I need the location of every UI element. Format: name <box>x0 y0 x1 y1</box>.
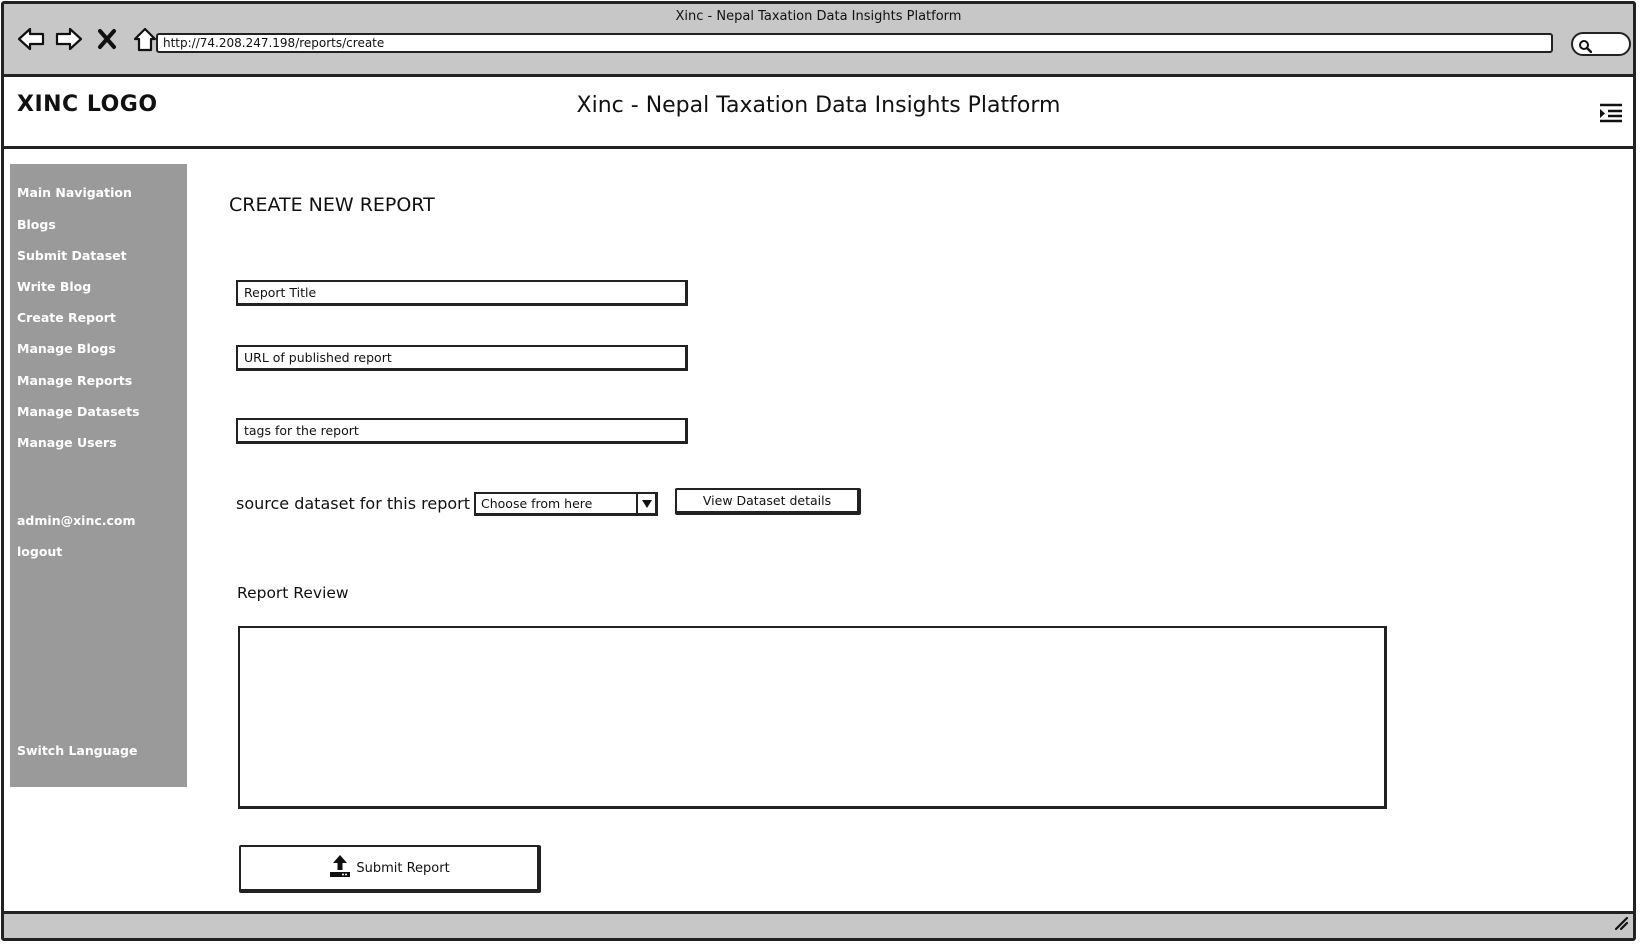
report-title-input[interactable] <box>236 280 688 306</box>
switch-language-link[interactable]: Switch Language <box>17 743 137 758</box>
chevron-down-icon[interactable] <box>636 494 655 513</box>
logout-link[interactable]: logout <box>17 544 62 559</box>
status-bar <box>4 911 1633 938</box>
close-icon[interactable] <box>92 24 122 54</box>
source-dataset-label: source dataset for this report <box>236 494 471 513</box>
report-review-textarea[interactable] <box>238 626 1387 809</box>
page-title: CREATE NEW REPORT <box>229 194 435 216</box>
report-review-label: Report Review <box>237 584 349 602</box>
sidebar-item-main-navigation[interactable]: Main Navigation <box>17 185 132 200</box>
view-dataset-button[interactable]: View Dataset details <box>675 488 861 515</box>
report-tags-input[interactable] <box>236 418 688 444</box>
browser-chrome: Xinc - Nepal Taxation Data Insights Plat… <box>4 4 1633 77</box>
sidebar: Main Navigation Blogs Submit Dataset Wri… <box>10 164 187 787</box>
browser-window: Xinc - Nepal Taxation Data Insights Plat… <box>1 1 1636 941</box>
source-dataset-select[interactable]: Choose from here <box>474 492 658 516</box>
submit-report-button[interactable]: Submit Report <box>239 845 541 893</box>
upload-icon <box>328 854 352 882</box>
window-title: Xinc - Nepal Taxation Data Insights Plat… <box>675 9 962 24</box>
app-header: XINC LOGO Xinc - Nepal Taxation Data Ins… <box>4 77 1633 149</box>
report-url-input[interactable] <box>236 345 688 371</box>
browser-search[interactable] <box>1571 32 1631 56</box>
app-title: Xinc - Nepal Taxation Data Insights Plat… <box>576 93 1061 118</box>
submit-report-label: Submit Report <box>356 860 450 876</box>
url-bar[interactable]: http://74.208.247.198/reports/create <box>156 33 1553 53</box>
sidebar-item-create-report[interactable]: Create Report <box>17 310 116 325</box>
sidebar-item-manage-datasets[interactable]: Manage Datasets <box>17 404 140 419</box>
search-icon <box>1578 38 1593 57</box>
sidebar-item-blogs[interactable]: Blogs <box>17 217 56 232</box>
sidebar-item-write-blog[interactable]: Write Blog <box>17 279 91 294</box>
menu-icon[interactable] <box>1599 103 1623 127</box>
sidebar-item-manage-users[interactable]: Manage Users <box>17 435 117 450</box>
back-arrow-icon[interactable] <box>16 24 46 54</box>
sidebar-item-manage-blogs[interactable]: Manage Blogs <box>17 341 116 356</box>
resize-grip-icon[interactable] <box>1613 915 1629 935</box>
user-email[interactable]: admin@xinc.com <box>17 513 136 528</box>
forward-arrow-icon[interactable] <box>54 24 84 54</box>
sidebar-item-submit-dataset[interactable]: Submit Dataset <box>17 248 127 263</box>
source-dataset-selected: Choose from here <box>481 496 593 511</box>
sidebar-item-manage-reports[interactable]: Manage Reports <box>17 373 132 388</box>
browser-nav <box>16 24 160 54</box>
